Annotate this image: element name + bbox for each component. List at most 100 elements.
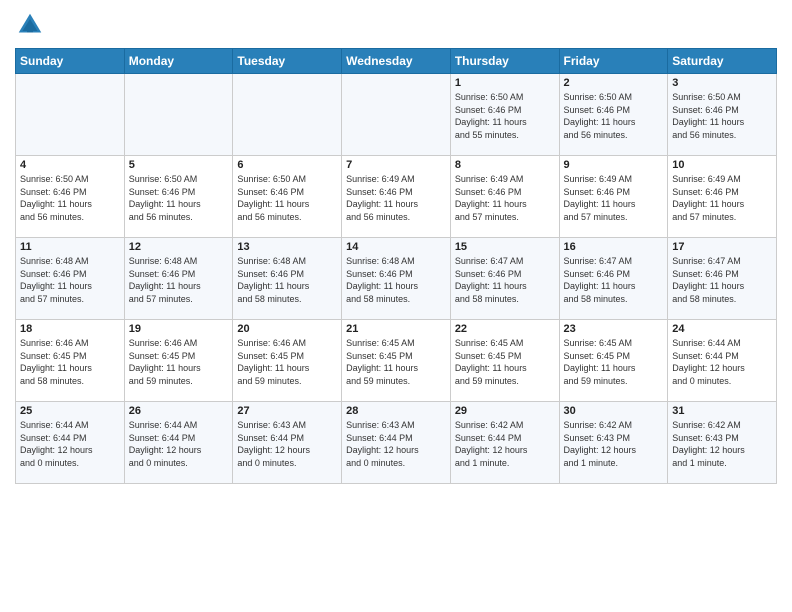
day-number: 13 — [237, 241, 337, 253]
calendar-cell: 17 Sunrise: 6:47 AM Sunset: 6:46 PM Dayli… — [668, 238, 777, 320]
day-number: 17 — [672, 241, 772, 253]
day-info: Sunrise: 6:46 AM Sunset: 6:45 PM Dayligh… — [237, 337, 337, 387]
calendar-cell: 1 Sunrise: 6:50 AM Sunset: 6:46 PM Daylig… — [450, 74, 559, 156]
day-info: Sunrise: 6:50 AM Sunset: 6:46 PM Dayligh… — [672, 91, 772, 141]
calendar-cell: 27Sunrise: 6:43 AM Sunset: 6:44 PM Dayli… — [233, 402, 342, 484]
day-number: 23 — [564, 323, 664, 335]
calendar-cell: 9 Sunrise: 6:49 AM Sunset: 6:46 PM Daylig… — [559, 156, 668, 238]
day-number: 7 — [346, 159, 446, 171]
calendar-cell: 30 Sunrise: 6:42 AM Sunset: 6:43 PM Dayli… — [559, 402, 668, 484]
header — [15, 10, 777, 40]
day-number: 2 — [564, 77, 664, 89]
calendar-cell: 31 Sunrise: 6:42 AM Sunset: 6:43 PM Dayli… — [668, 402, 777, 484]
calendar-cell: 29 Sunrise: 6:42 AM Sunset: 6:44 PM Dayli… — [450, 402, 559, 484]
day-info: Sunrise: 6:49 AM Sunset: 6:46 PM Dayligh… — [672, 173, 772, 223]
day-info: Sunrise: 6:48 AM Sunset: 6:46 PM Dayligh… — [129, 255, 229, 305]
calendar-cell: 19 Sunrise: 6:46 AM Sunset: 6:45 PM Dayli… — [124, 320, 233, 402]
day-number: 29 — [455, 405, 555, 417]
calendar-cell: 11 Sunrise: 6:48 AM Sunset: 6:46 PM Dayli… — [16, 238, 125, 320]
calendar-cell: 3Sunrise: 6:50 AM Sunset: 6:46 PM Daylig… — [668, 74, 777, 156]
day-info: Sunrise: 6:44 AM Sunset: 6:44 PM Dayligh… — [20, 419, 120, 469]
day-info: Sunrise: 6:43 AM Sunset: 6:44 PM Dayligh… — [346, 419, 446, 469]
day-info: Sunrise: 6:44 AM Sunset: 6:44 PM Dayligh… — [672, 337, 772, 387]
calendar-cell: 24 Sunrise: 6:44 AM Sunset: 6:44 PM Dayli… — [668, 320, 777, 402]
day-number: 9 — [564, 159, 664, 171]
day-info: Sunrise: 6:42 AM Sunset: 6:44 PM Dayligh… — [455, 419, 555, 469]
calendar-table: SundayMondayTuesdayWednesdayThursdayFrid… — [15, 48, 777, 484]
calendar-cell: 13 Sunrise: 6:48 AM Sunset: 6:46 PM Dayli… — [233, 238, 342, 320]
weekday-header: Thursday — [450, 49, 559, 74]
day-info: Sunrise: 6:47 AM Sunset: 6:46 PM Dayligh… — [672, 255, 772, 305]
day-number: 24 — [672, 323, 772, 335]
day-number: 1 — [455, 77, 555, 89]
day-info: Sunrise: 6:49 AM Sunset: 6:46 PM Dayligh… — [346, 173, 446, 223]
weekday-header: Monday — [124, 49, 233, 74]
day-info: Sunrise: 6:46 AM Sunset: 6:45 PM Dayligh… — [129, 337, 229, 387]
calendar-cell: 25 Sunrise: 6:44 AM Sunset: 6:44 PM Dayli… — [16, 402, 125, 484]
day-number: 27 — [237, 405, 337, 417]
logo-icon — [15, 10, 45, 40]
day-number: 28 — [346, 405, 446, 417]
day-number: 22 — [455, 323, 555, 335]
calendar-cell: 20 Sunrise: 6:46 AM Sunset: 6:45 PM Dayli… — [233, 320, 342, 402]
day-number: 12 — [129, 241, 229, 253]
day-number: 25 — [20, 405, 120, 417]
day-info: Sunrise: 6:50 AM Sunset: 6:46 PM Dayligh… — [564, 91, 664, 141]
weekday-header: Saturday — [668, 49, 777, 74]
calendar-cell — [124, 74, 233, 156]
calendar-cell: 12 Sunrise: 6:48 AM Sunset: 6:46 PM Dayli… — [124, 238, 233, 320]
day-info: Sunrise: 6:42 AM Sunset: 6:43 PM Dayligh… — [672, 419, 772, 469]
day-info: Sunrise: 6:44 AM Sunset: 6:44 PM Dayligh… — [129, 419, 229, 469]
day-info: Sunrise: 6:45 AM Sunset: 6:45 PM Dayligh… — [455, 337, 555, 387]
calendar-cell: 6 Sunrise: 6:50 AM Sunset: 6:46 PM Daylig… — [233, 156, 342, 238]
day-number: 20 — [237, 323, 337, 335]
day-number: 16 — [564, 241, 664, 253]
calendar-cell: 8Sunrise: 6:49 AM Sunset: 6:46 PM Daylig… — [450, 156, 559, 238]
day-number: 6 — [237, 159, 337, 171]
day-number: 30 — [564, 405, 664, 417]
day-info: Sunrise: 6:48 AM Sunset: 6:46 PM Dayligh… — [237, 255, 337, 305]
day-number: 21 — [346, 323, 446, 335]
calendar-cell — [16, 74, 125, 156]
calendar-cell: 5Sunrise: 6:50 AM Sunset: 6:46 PM Daylig… — [124, 156, 233, 238]
calendar-cell: 26Sunrise: 6:44 AM Sunset: 6:44 PM Dayli… — [124, 402, 233, 484]
day-info: Sunrise: 6:50 AM Sunset: 6:46 PM Dayligh… — [237, 173, 337, 223]
day-info: Sunrise: 6:42 AM Sunset: 6:43 PM Dayligh… — [564, 419, 664, 469]
day-number: 31 — [672, 405, 772, 417]
day-number: 10 — [672, 159, 772, 171]
weekday-header: Tuesday — [233, 49, 342, 74]
calendar-cell: 4 Sunrise: 6:50 AM Sunset: 6:46 PM Daylig… — [16, 156, 125, 238]
calendar-cell: 28 Sunrise: 6:43 AM Sunset: 6:44 PM Dayli… — [342, 402, 451, 484]
calendar-header-row: SundayMondayTuesdayWednesdayThursdayFrid… — [16, 49, 777, 74]
calendar-cell: 21Sunrise: 6:45 AM Sunset: 6:45 PM Dayli… — [342, 320, 451, 402]
calendar-week-row: 4 Sunrise: 6:50 AM Sunset: 6:46 PM Daylig… — [16, 156, 777, 238]
day-info: Sunrise: 6:45 AM Sunset: 6:45 PM Dayligh… — [564, 337, 664, 387]
calendar-cell: 18 Sunrise: 6:46 AM Sunset: 6:45 PM Dayli… — [16, 320, 125, 402]
weekday-header: Wednesday — [342, 49, 451, 74]
day-number: 11 — [20, 241, 120, 253]
calendar-cell: 16Sunrise: 6:47 AM Sunset: 6:46 PM Dayli… — [559, 238, 668, 320]
weekday-header: Friday — [559, 49, 668, 74]
weekday-header: Sunday — [16, 49, 125, 74]
day-number: 4 — [20, 159, 120, 171]
day-number: 15 — [455, 241, 555, 253]
day-number: 19 — [129, 323, 229, 335]
calendar-cell: 2 Sunrise: 6:50 AM Sunset: 6:46 PM Daylig… — [559, 74, 668, 156]
logo — [15, 10, 49, 40]
day-number: 5 — [129, 159, 229, 171]
calendar-week-row: 25 Sunrise: 6:44 AM Sunset: 6:44 PM Dayli… — [16, 402, 777, 484]
day-number: 18 — [20, 323, 120, 335]
calendar-cell: 15Sunrise: 6:47 AM Sunset: 6:46 PM Dayli… — [450, 238, 559, 320]
page: SundayMondayTuesdayWednesdayThursdayFrid… — [0, 0, 792, 612]
calendar-cell: 22 Sunrise: 6:45 AM Sunset: 6:45 PM Dayli… — [450, 320, 559, 402]
day-info: Sunrise: 6:48 AM Sunset: 6:46 PM Dayligh… — [20, 255, 120, 305]
calendar-week-row: 11 Sunrise: 6:48 AM Sunset: 6:46 PM Dayli… — [16, 238, 777, 320]
day-info: Sunrise: 6:48 AM Sunset: 6:46 PM Dayligh… — [346, 255, 446, 305]
calendar-cell — [233, 74, 342, 156]
day-info: Sunrise: 6:50 AM Sunset: 6:46 PM Dayligh… — [20, 173, 120, 223]
day-info: Sunrise: 6:49 AM Sunset: 6:46 PM Dayligh… — [564, 173, 664, 223]
calendar-cell: 23 Sunrise: 6:45 AM Sunset: 6:45 PM Dayli… — [559, 320, 668, 402]
calendar-body: 1 Sunrise: 6:50 AM Sunset: 6:46 PM Daylig… — [16, 74, 777, 484]
day-info: Sunrise: 6:46 AM Sunset: 6:45 PM Dayligh… — [20, 337, 120, 387]
day-info: Sunrise: 6:50 AM Sunset: 6:46 PM Dayligh… — [455, 91, 555, 141]
